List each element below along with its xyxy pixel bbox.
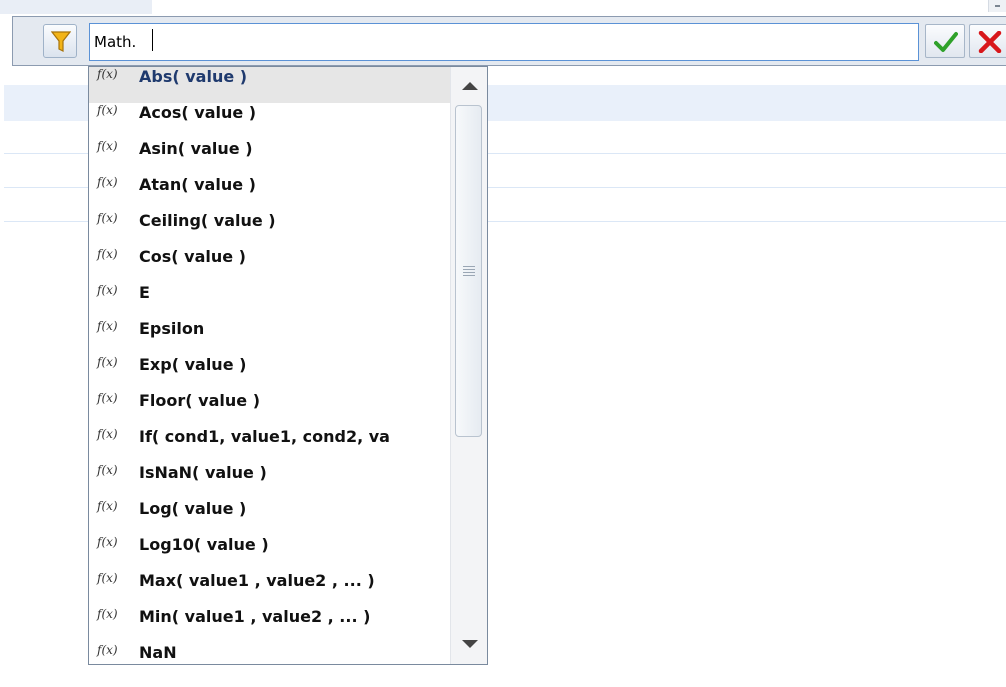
function-icon: f(x) [97, 535, 118, 549]
autocomplete-item-label: Floor( value ) [139, 391, 261, 410]
autocomplete-item[interactable]: f(x) E [89, 283, 450, 319]
checkmark-icon [934, 32, 958, 52]
autocomplete-item-label: Log10( value ) [139, 535, 269, 554]
autocomplete-item[interactable]: f(x) Epsilon [89, 319, 450, 355]
autocomplete-item[interactable]: f(x) Ceiling( value ) [89, 211, 450, 247]
cancel-filter-button[interactable] [969, 24, 1006, 58]
grip-line [463, 266, 475, 267]
autocomplete-item-label: NaN [139, 643, 177, 662]
autocomplete-item[interactable]: f(x) Log( value ) [89, 499, 450, 535]
function-icon: f(x) [97, 427, 118, 441]
autocomplete-item-label: Acos( value ) [139, 103, 257, 122]
autocomplete-item[interactable]: f(x) Asin( value ) [89, 139, 450, 175]
function-icon: f(x) [97, 211, 118, 225]
function-icon: f(x) [97, 175, 118, 189]
function-icon: f(x) [97, 283, 118, 297]
autocomplete-item[interactable]: f(x) Log10( value ) [89, 535, 450, 571]
autocomplete-item-label: E [139, 283, 150, 302]
autocomplete-list: f(x) Abs( value ) f(x) Acos( value ) f(x) Asi… [89, 67, 450, 664]
autocomplete-item-label: Ceiling( value ) [139, 211, 276, 230]
text-caret [152, 29, 153, 51]
filter-button[interactable] [43, 24, 77, 58]
autocomplete-item-label: IsNaN( value ) [139, 463, 267, 482]
function-icon: f(x) [97, 463, 118, 477]
close-icon [978, 31, 1002, 53]
function-icon: f(x) [97, 355, 118, 369]
autocomplete-dropdown: f(x) Abs( value ) f(x) Acos( value ) f(x) Asi… [88, 66, 488, 665]
funnel-icon [51, 31, 71, 52]
function-icon: f(x) [97, 139, 118, 153]
autocomplete-item[interactable]: f(x) Max( value1 , value2 , ... ) [89, 571, 450, 607]
autocomplete-item-label: Min( value1 , value2 , ... ) [139, 607, 371, 626]
grid-corner-button[interactable] [988, 0, 1006, 12]
function-icon: f(x) [97, 247, 118, 261]
autocomplete-item-label: Atan( value ) [139, 175, 256, 194]
function-icon: f(x) [97, 319, 118, 333]
function-icon: f(x) [97, 643, 118, 657]
function-icon: f(x) [97, 391, 118, 405]
autocomplete-item[interactable]: f(x) Floor( value ) [89, 391, 450, 427]
grid-header-cell [0, 0, 152, 14]
apply-filter-button[interactable] [925, 24, 965, 58]
autocomplete-item-label: Cos( value ) [139, 247, 246, 266]
scroll-thumb[interactable] [455, 105, 482, 437]
scroll-down-arrow-icon[interactable] [451, 628, 487, 664]
autocomplete-item[interactable]: f(x) Exp( value ) [89, 355, 450, 391]
autocomplete-item-label: If( cond1, value1, cond2, va [139, 427, 390, 446]
autocomplete-item[interactable]: f(x) IsNaN( value ) [89, 463, 450, 499]
autocomplete-item[interactable]: f(x) Acos( value ) [89, 103, 450, 139]
function-icon: f(x) [97, 67, 118, 81]
autocomplete-item-label: Abs( value ) [139, 67, 248, 86]
autocomplete-item-label: Asin( value ) [139, 139, 253, 158]
autocomplete-item-label: Log( value ) [139, 499, 247, 518]
autocomplete-item-label: Exp( value ) [139, 355, 247, 374]
autocomplete-item[interactable]: f(x) Cos( value ) [89, 247, 450, 283]
grip-line [463, 272, 475, 273]
autocomplete-item-label: Epsilon [139, 319, 205, 338]
scroll-up-arrow-icon[interactable] [451, 67, 487, 103]
grip-line [463, 269, 475, 270]
filter-bar [12, 16, 1006, 66]
autocomplete-item[interactable]: f(x) If( cond1, value1, cond2, va [89, 427, 450, 463]
scrollbar[interactable] [450, 67, 487, 664]
autocomplete-item[interactable]: f(x) Abs( value ) [89, 67, 450, 103]
grip-line [463, 275, 475, 276]
function-icon: f(x) [97, 607, 118, 621]
filter-expression-input[interactable] [89, 23, 919, 61]
autocomplete-item[interactable]: f(x) Atan( value ) [89, 175, 450, 211]
function-icon: f(x) [97, 571, 118, 585]
autocomplete-item[interactable]: f(x) NaN [89, 643, 450, 664]
autocomplete-item-label: Max( value1 , value2 , ... ) [139, 571, 375, 590]
autocomplete-item[interactable]: f(x) Min( value1 , value2 , ... ) [89, 607, 450, 643]
function-icon: f(x) [97, 499, 118, 513]
function-icon: f(x) [97, 103, 118, 117]
